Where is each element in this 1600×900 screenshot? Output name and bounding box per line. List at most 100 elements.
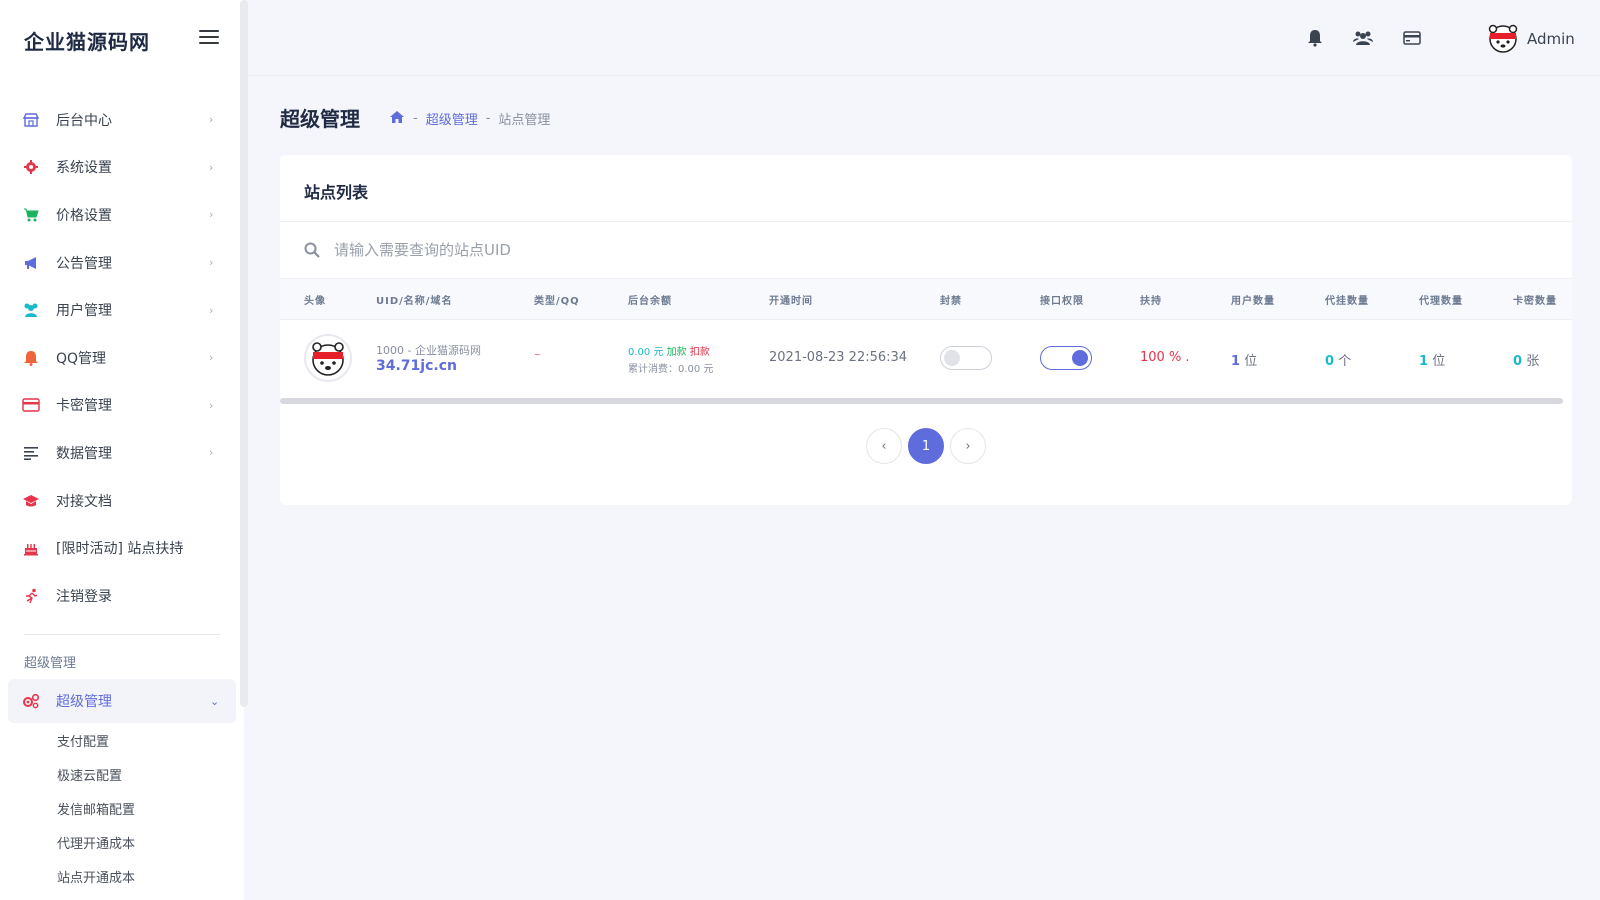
megaphone-icon bbox=[22, 254, 40, 272]
home-icon[interactable] bbox=[389, 110, 405, 128]
api-permission-toggle[interactable] bbox=[1040, 346, 1092, 370]
sidebar: 企业猫源码网 后台中心 › 系统设置 › 价格设置 › 公告管理 › 用户管理 … bbox=[0, 0, 244, 900]
breadcrumb-link-super-admin[interactable]: 超级管理 bbox=[426, 109, 478, 128]
sidebar-item-label: 对接文档 bbox=[56, 493, 112, 510]
submenu-item-payment-config[interactable]: 支付配置 bbox=[0, 723, 236, 757]
sidebar-item-dashboard[interactable]: 后台中心 › bbox=[0, 96, 236, 144]
users-icon[interactable] bbox=[1353, 28, 1373, 48]
chevron-right-icon: › bbox=[209, 208, 214, 222]
agent-count: 1 位 bbox=[1419, 354, 1446, 369]
next-page-button[interactable]: › bbox=[950, 428, 986, 464]
bell-icon bbox=[22, 349, 40, 367]
users-icon bbox=[22, 301, 40, 319]
admin-name[interactable]: Admin bbox=[1527, 30, 1575, 48]
sidebar-item-site-support[interactable]: [限时活动] 站点扶持 bbox=[0, 524, 236, 572]
pagination: ‹ 1 › bbox=[866, 428, 986, 464]
card-icon bbox=[22, 396, 40, 414]
brand-logo-text[interactable]: 企业猫源码网 bbox=[24, 26, 150, 55]
sidebar-item-user-management[interactable]: 用户管理 › bbox=[0, 286, 236, 334]
table-header: 头像 UID/名称/域名 类型/QQ 后台余额 开通时间 封禁 接口权限 扶持 … bbox=[280, 278, 1572, 320]
breadcrumb-current: 站点管理 bbox=[498, 113, 551, 128]
sidebar-item-qq-management[interactable]: QQ管理 › bbox=[0, 334, 236, 382]
support-percent: 100 % . bbox=[1140, 350, 1190, 365]
sidebar-item-card-management[interactable]: 卡密管理 › bbox=[0, 382, 236, 430]
sidebar-scrollbar[interactable] bbox=[240, 0, 248, 707]
sidebar-item-announcements[interactable]: 公告管理 › bbox=[0, 239, 236, 287]
bell-icon[interactable] bbox=[1305, 28, 1325, 48]
sidebar-item-label: 超级管理 bbox=[56, 694, 112, 710]
avatar[interactable] bbox=[1487, 22, 1519, 54]
column-header: 代理数量 bbox=[1419, 296, 1463, 307]
add-balance-link[interactable]: 加款 bbox=[667, 347, 687, 358]
site-uid-name: 1000 - 企业猫源码网 bbox=[376, 344, 481, 357]
open-time: 2021-08-23 22:56:34 bbox=[769, 350, 908, 365]
total-consumed: 累计消费：0.00 元 bbox=[628, 364, 714, 375]
menu-toggle-icon[interactable] bbox=[199, 30, 219, 46]
breadcrumb-separator: - bbox=[485, 111, 491, 126]
table-horizontal-scrollbar[interactable] bbox=[280, 398, 1563, 404]
sidebar-item-label: 卡密管理 bbox=[56, 398, 112, 415]
list-icon bbox=[22, 444, 40, 462]
sidebar-menu: 后台中心 › 系统设置 › 价格设置 › 公告管理 › 用户管理 › QQ管理 … bbox=[0, 96, 236, 620]
cogs-icon bbox=[22, 692, 40, 710]
sidebar-item-label: 系统设置 bbox=[56, 160, 112, 177]
cake-icon bbox=[22, 539, 40, 557]
site-type-qq: ~ bbox=[534, 350, 541, 359]
breadcrumb-separator: - bbox=[413, 111, 418, 126]
site-domain-link[interactable]: 34.71jc.cn bbox=[376, 358, 457, 374]
column-header: 接口权限 bbox=[1040, 296, 1084, 307]
column-header: 头像 bbox=[304, 296, 326, 307]
table-row: 1000 - 企业猫源码网 34.71jc.cn ~ 0.00 元 加款 扣款 … bbox=[280, 320, 1572, 398]
search-row bbox=[280, 222, 1572, 278]
search-icon bbox=[304, 242, 320, 258]
page-number-button[interactable]: 1 bbox=[908, 428, 944, 464]
card-title: 站点列表 bbox=[304, 183, 369, 202]
submenu-item-jisuyun-config[interactable]: 极速云配置 bbox=[0, 757, 236, 791]
site-list-card: 站点列表 头像 UID/名称/域名 类型/QQ 后台余额 开通时间 封禁 接口权… bbox=[280, 155, 1572, 505]
sidebar-submenu: 支付配置 极速云配置 发信邮箱配置 代理开通成本 站点开通成本 bbox=[0, 723, 236, 893]
chevron-right-icon: › bbox=[209, 303, 214, 317]
balance-value: 0.00 元 bbox=[628, 347, 664, 358]
chevron-right-icon: › bbox=[209, 351, 214, 365]
chevron-right-icon: › bbox=[209, 398, 214, 412]
chevron-right-icon: › bbox=[209, 160, 214, 174]
column-header: 开通时间 bbox=[769, 296, 813, 307]
column-header: 代挂数量 bbox=[1325, 296, 1369, 307]
breadcrumb: - 超级管理 - 站点管理 bbox=[389, 109, 550, 128]
submenu-item-mail-config[interactable]: 发信邮箱配置 bbox=[0, 791, 236, 825]
sidebar-item-data-management[interactable]: 数据管理 › bbox=[0, 429, 236, 477]
sidebar-item-system-settings[interactable]: 系统设置 › bbox=[0, 144, 236, 192]
deduct-balance-link[interactable]: 扣款 bbox=[690, 347, 710, 358]
prev-page-button[interactable]: ‹ bbox=[866, 428, 902, 464]
sidebar-item-logout[interactable]: 注销登录 bbox=[0, 572, 236, 620]
sidebar-item-label: 价格设置 bbox=[56, 207, 112, 224]
search-input[interactable] bbox=[334, 236, 1234, 264]
ban-toggle[interactable] bbox=[940, 346, 992, 370]
store-icon bbox=[22, 111, 40, 129]
user-count: 1 位 bbox=[1231, 354, 1258, 369]
runner-icon bbox=[22, 587, 40, 605]
column-header: 后台余额 bbox=[628, 296, 672, 307]
gear-icon bbox=[22, 158, 40, 176]
column-header: 封禁 bbox=[940, 296, 962, 307]
topbar: Admin bbox=[248, 0, 1600, 76]
column-header: 扶持 bbox=[1140, 296, 1162, 307]
column-header: 卡密数量 bbox=[1513, 296, 1557, 307]
submenu-item-site-cost[interactable]: 站点开通成本 bbox=[0, 859, 236, 893]
sidebar-item-api-docs[interactable]: 对接文档 bbox=[0, 477, 236, 525]
sidebar-item-label: 注销登录 bbox=[56, 588, 112, 605]
credit-card-icon[interactable] bbox=[1402, 28, 1422, 48]
sidebar-item-price-settings[interactable]: 价格设置 › bbox=[0, 191, 236, 239]
sidebar-divider bbox=[24, 634, 220, 635]
graduation-cap-icon bbox=[22, 492, 40, 510]
chevron-right-icon: › bbox=[209, 446, 214, 460]
page-title: 超级管理 bbox=[280, 107, 360, 131]
sidebar-item-label: 后台中心 bbox=[56, 112, 112, 129]
sidebar-item-label: 数据管理 bbox=[56, 445, 112, 462]
chevron-down-icon: ⌄ bbox=[210, 694, 220, 708]
sidebar-item-super-admin[interactable]: 超级管理 ⌄ bbox=[8, 679, 236, 723]
submenu-item-agent-cost[interactable]: 代理开通成本 bbox=[0, 825, 236, 859]
balance-line: 0.00 元 加款 扣款 bbox=[628, 343, 710, 358]
sidebar-item-label: 用户管理 bbox=[56, 303, 112, 320]
sidebar-item-label: 公告管理 bbox=[56, 255, 112, 272]
